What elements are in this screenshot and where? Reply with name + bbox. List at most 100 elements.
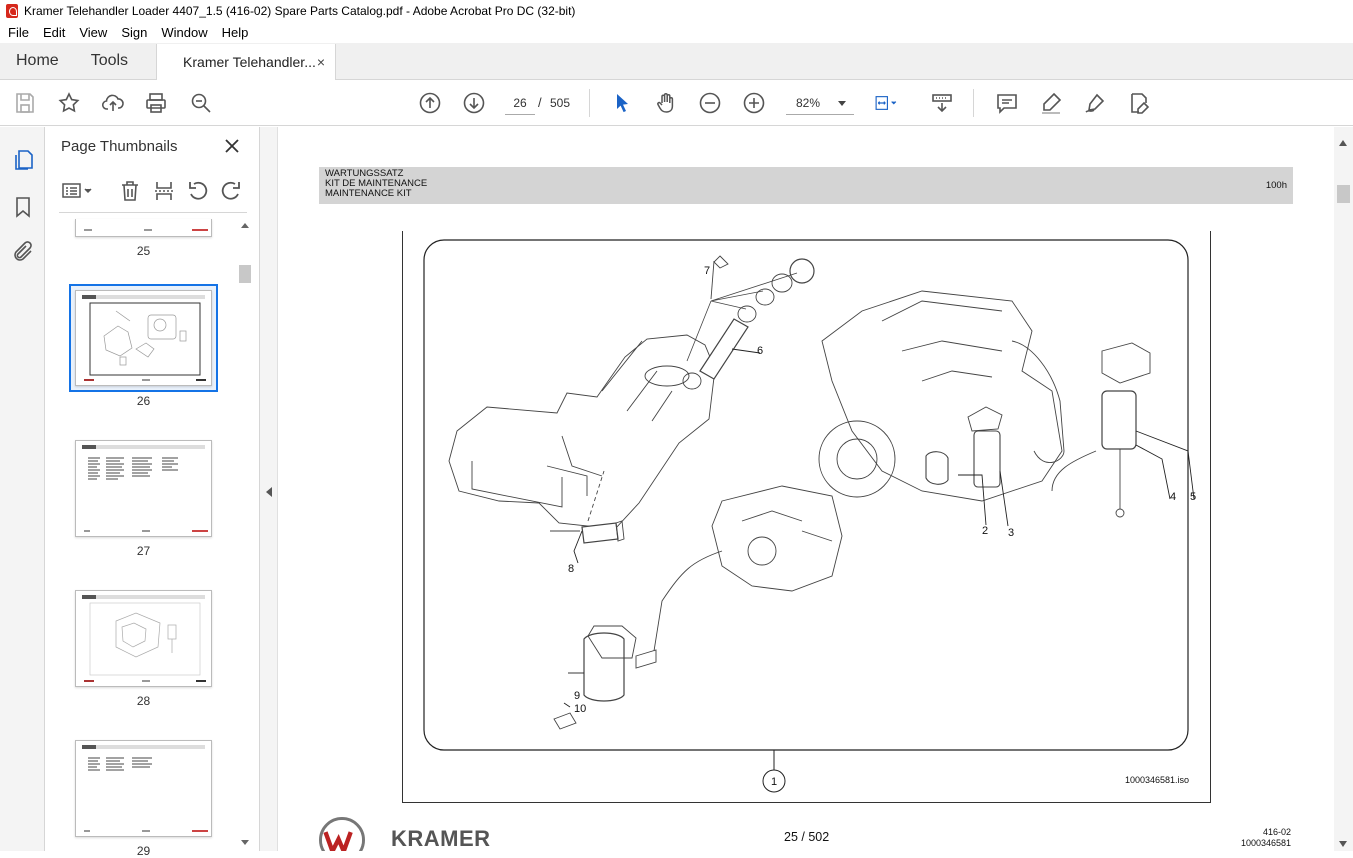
- return-filter: [583, 632, 625, 702]
- hydraulic-pump: [711, 485, 843, 592]
- water-separator: [1101, 390, 1137, 450]
- page-thumbnails-panel: Page Thumbnails 25 26 27 28 29: [45, 127, 260, 858]
- thumbnail-tools: [59, 175, 247, 213]
- oil-filter: [925, 451, 949, 485]
- zoom-in-icon[interactable]: [742, 91, 766, 115]
- thumbnail-label: 25: [136, 244, 151, 258]
- page-header-bar: WARTUNGSSATZ KIT DE MAINTENANCE MAINTENA…: [319, 167, 1293, 204]
- callout-6: 6: [757, 345, 763, 357]
- callout-4: 4: [1170, 491, 1176, 503]
- menu-window[interactable]: Window: [161, 25, 207, 40]
- thumbnail-page-25[interactable]: [75, 219, 212, 237]
- tab-home[interactable]: Home: [0, 43, 75, 79]
- zoom-value: 82%: [796, 96, 821, 110]
- zoom-out-icon[interactable]: [698, 91, 722, 115]
- panel-collapse-handle[interactable]: [260, 127, 278, 851]
- toolbar-divider: [973, 89, 974, 117]
- callout-8: 8: [568, 563, 574, 575]
- clip-10: [553, 712, 577, 730]
- thumbnail-page-26[interactable]: [75, 290, 212, 386]
- filter-cap: [789, 258, 815, 284]
- menu-file[interactable]: File: [8, 25, 29, 40]
- fit-page-icon[interactable]: [874, 91, 908, 115]
- page-separator: /: [538, 95, 542, 110]
- hand-tool-icon[interactable]: [654, 91, 678, 115]
- menu-edit[interactable]: Edit: [43, 25, 65, 40]
- edit-pdf-icon[interactable]: [1127, 91, 1151, 115]
- page-total: 505: [550, 96, 571, 110]
- select-cursor-icon[interactable]: [610, 91, 634, 115]
- rotate-right-icon[interactable]: [219, 179, 243, 203]
- document-scrollbar[interactable]: [1334, 127, 1353, 851]
- thumbnail-page-28[interactable]: [75, 590, 212, 687]
- thumbnail-label: 26: [136, 394, 151, 408]
- scroll-down-icon[interactable]: [241, 840, 249, 845]
- thumbnail-scrollbar[interactable]: [237, 219, 252, 851]
- collapse-arrow-icon: [266, 487, 272, 497]
- tab-document-label: Kramer Telehandler...: [183, 54, 316, 70]
- previous-page-icon[interactable]: [418, 91, 442, 115]
- scroll-mode-icon[interactable]: [930, 91, 954, 115]
- footer-model-code: 416-02: [1262, 827, 1291, 837]
- footer-part-code: 1000346581: [1240, 838, 1291, 848]
- scroll-down-icon[interactable]: [1339, 841, 1347, 847]
- callout-9: 9: [574, 690, 580, 702]
- thumbnail-label: 28: [136, 694, 151, 708]
- fuel-hose: [1011, 340, 1065, 463]
- bookmark-star-icon[interactable]: [57, 91, 81, 115]
- diagram-inner-frame: [423, 239, 1189, 751]
- close-tab-icon[interactable]: ×: [317, 54, 325, 70]
- zoom-search-icon[interactable]: [189, 91, 213, 115]
- callout-3: 3: [1008, 527, 1014, 539]
- suction-hose: [653, 550, 723, 652]
- sign-pen-icon[interactable]: [1083, 91, 1107, 115]
- menu-sign[interactable]: Sign: [121, 25, 147, 40]
- upload-cloud-icon[interactable]: [101, 91, 125, 115]
- scroll-up-icon[interactable]: [1339, 140, 1347, 146]
- next-page-icon[interactable]: [462, 91, 486, 115]
- panel-title: Page Thumbnails: [61, 138, 178, 155]
- scroll-up-icon[interactable]: [241, 223, 249, 228]
- close-panel-icon[interactable]: [223, 137, 241, 155]
- parts-diagram: 1 6 2 3 4 5 7 8 9 10 1: [423, 239, 1196, 793]
- menu-help[interactable]: Help: [222, 25, 249, 40]
- callout-5: 5: [1190, 491, 1196, 503]
- highlight-pen-icon[interactable]: [1039, 91, 1063, 115]
- delete-page-icon[interactable]: [118, 179, 142, 203]
- header-line-en: MAINTENANCE KIT: [325, 188, 412, 199]
- figure-id: 1000346581.iso: [1125, 775, 1190, 785]
- callout-1: 1: [771, 776, 777, 788]
- scroll-thumb[interactable]: [1337, 185, 1350, 203]
- tank-body: [448, 334, 716, 530]
- bookmarks-icon[interactable]: [11, 195, 35, 219]
- scroll-thumb[interactable]: [239, 265, 251, 283]
- comment-icon[interactable]: [995, 91, 1019, 115]
- fuel-filter: [973, 430, 1001, 488]
- attachments-icon[interactable]: [11, 240, 35, 264]
- rotate-left-icon[interactable]: [186, 179, 210, 203]
- page-thumbnails-icon[interactable]: [11, 148, 35, 172]
- options-menu-icon[interactable]: [61, 179, 95, 203]
- zoom-select[interactable]: 82%: [786, 91, 854, 115]
- thumbnail-page-27[interactable]: [75, 440, 212, 537]
- extract-page-icon[interactable]: [152, 179, 176, 203]
- flywheel-housing: [818, 420, 896, 498]
- separator-head: [1101, 342, 1151, 384]
- suction-strainer: [581, 522, 619, 544]
- save-icon[interactable]: [13, 91, 37, 115]
- page-number-input[interactable]: 26: [505, 91, 535, 115]
- print-icon[interactable]: [144, 91, 168, 115]
- tab-tools[interactable]: Tools: [75, 43, 144, 79]
- menu-view[interactable]: View: [79, 25, 107, 40]
- header-interval: 100h: [1265, 180, 1287, 191]
- hydraulic-filter-element: [699, 318, 749, 380]
- document-view[interactable]: WARTUNGSSATZ KIT DE MAINTENANCE MAINTENA…: [278, 127, 1334, 851]
- tab-document[interactable]: Kramer Telehandler... ×: [156, 44, 337, 80]
- thumbnail-page-29[interactable]: [75, 740, 212, 837]
- kramer-logo-icon: [319, 817, 365, 851]
- toolbar: 26 / 505 82%: [0, 80, 1353, 126]
- document-page-count: 25 / 502: [784, 830, 830, 844]
- toolbar-divider: [589, 89, 590, 117]
- bag-icon: [713, 255, 729, 269]
- brand-wordmark: KRAMER: [391, 826, 491, 851]
